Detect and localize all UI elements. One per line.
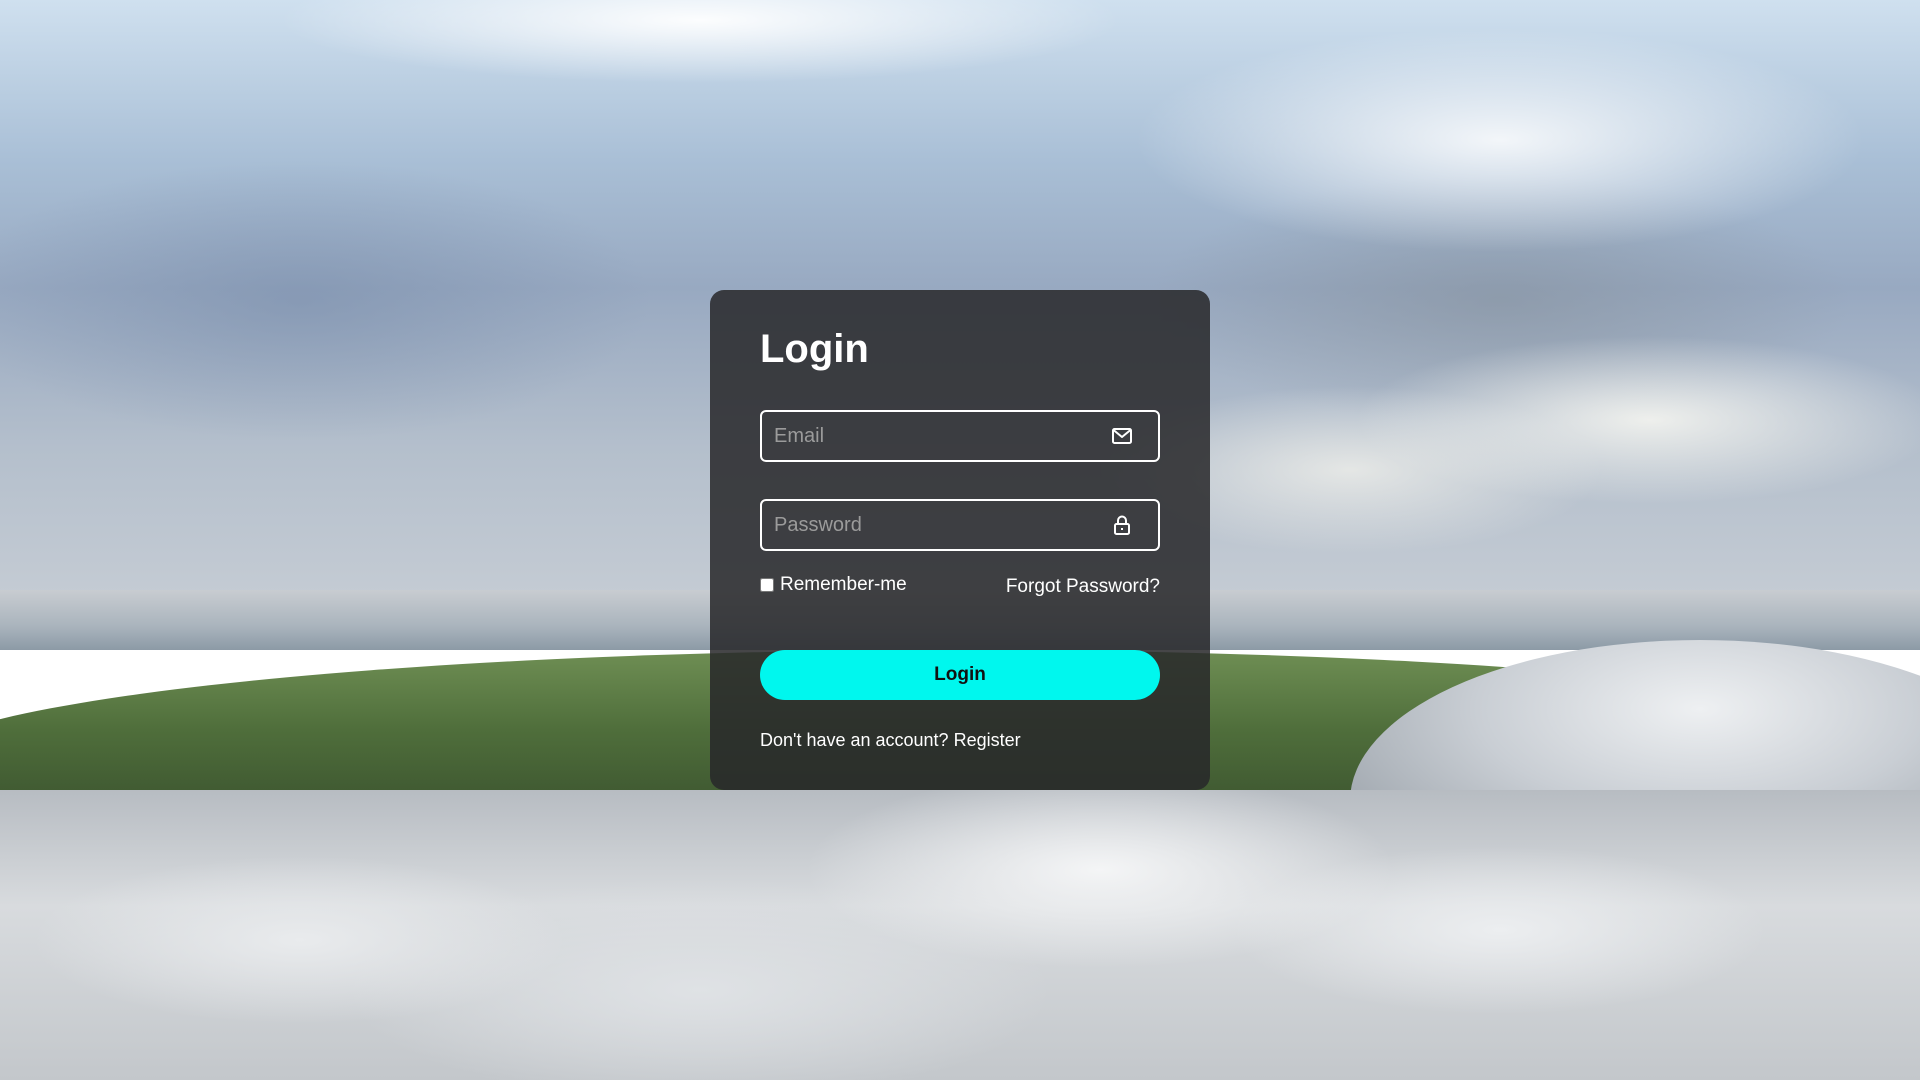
register-link[interactable]: Register bbox=[954, 730, 1021, 750]
login-card: Login Remember-me Forgot Password? Login bbox=[710, 290, 1210, 790]
password-field[interactable] bbox=[760, 499, 1160, 551]
register-line: Don't have an account? Register bbox=[760, 730, 1021, 751]
register-prompt: Don't have an account? bbox=[760, 730, 949, 750]
lock-icon bbox=[1110, 513, 1134, 537]
sea-foam bbox=[0, 790, 1920, 1080]
email-field[interactable] bbox=[760, 410, 1160, 462]
mail-icon bbox=[1110, 424, 1134, 448]
forgot-password-link[interactable]: Forgot Password? bbox=[1006, 576, 1160, 598]
login-title: Login bbox=[760, 327, 869, 371]
remember-me[interactable]: Remember-me bbox=[760, 574, 907, 596]
remember-me-label: Remember-me bbox=[780, 574, 907, 595]
remember-me-checkbox[interactable] bbox=[760, 578, 774, 592]
email-input[interactable] bbox=[762, 412, 1102, 460]
login-button[interactable]: Login bbox=[760, 650, 1160, 700]
password-input[interactable] bbox=[762, 501, 1102, 549]
options-row: Remember-me Forgot Password? bbox=[760, 574, 1160, 602]
